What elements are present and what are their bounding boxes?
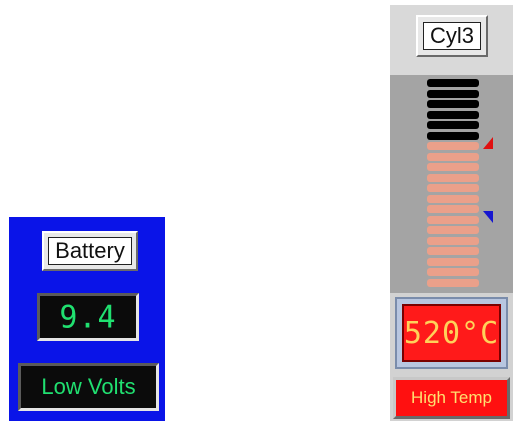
bargraph-segment-unlit: [427, 100, 479, 108]
cylinder-header: Cyl3: [390, 5, 513, 75]
bargraph-segment-unlit: [427, 121, 479, 129]
bargraph-segment-lit: [427, 257, 479, 266]
bargraph-segment-lit: [427, 163, 479, 171]
bargraph-segment-lit: [427, 173, 479, 182]
cylinder-readout-area: 520°C High Temp: [390, 293, 513, 421]
cylinder-temp-value: 520°C: [403, 315, 500, 351]
battery-status-indicator: Low Volts: [18, 363, 159, 411]
battery-panel: Battery 9.4 Low Volts: [9, 217, 165, 421]
battery-label-box: Battery: [42, 231, 138, 271]
cylinder-temp-display: 520°C: [402, 304, 501, 362]
cylinder-label: Cyl3: [422, 22, 481, 50]
bargraph-segment-lit: [427, 205, 479, 213]
bargraph-segment-lit: [427, 268, 479, 276]
bargraph-segment-unlit: [427, 110, 479, 119]
bargraph-segment-lit: [427, 142, 479, 150]
bargraph-segment-lit: [427, 194, 479, 203]
battery-label: Battery: [48, 237, 132, 265]
cylinder-temp-readout: 520°C: [395, 297, 508, 369]
cylinder-temp-bargraph: [390, 75, 513, 293]
battery-voltage-readout: 9.4: [37, 293, 139, 341]
bargraph-segment-unlit: [427, 131, 479, 140]
bargraph-segment-lit: [427, 236, 479, 245]
cylinder-status-text: High Temp: [411, 388, 492, 407]
bargraph-segment-lit: [427, 184, 479, 192]
bargraph-segment-lit: [427, 152, 479, 161]
bargraph-segment-unlit: [427, 89, 479, 98]
bargraph-segment-unlit: [427, 79, 479, 87]
cylinder-label-box: Cyl3: [416, 15, 488, 57]
bargraph-segment-lit: [427, 247, 479, 255]
bargraph-segment-lit: [427, 226, 479, 234]
battery-voltage-value: 9.4: [59, 298, 117, 336]
bargraph-segment-lit: [427, 215, 479, 224]
cylinder-status-indicator: High Temp: [393, 377, 510, 419]
cylinder-panel: Cyl3 520°C High Temp: [390, 5, 513, 421]
triangle-high-setpoint-icon: [483, 137, 493, 149]
battery-status-text: Low Volts: [41, 374, 136, 399]
bargraph-segment-lit: [427, 278, 479, 287]
triangle-low-setpoint-icon: [483, 211, 493, 223]
